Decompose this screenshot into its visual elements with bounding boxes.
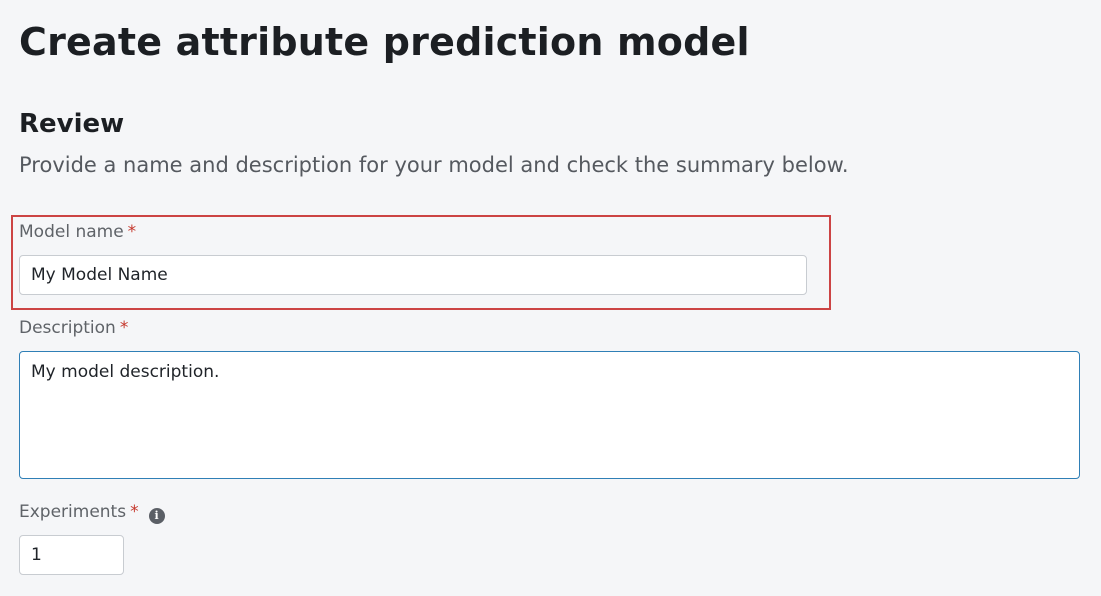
required-marker: * bbox=[127, 222, 137, 242]
model-name-label-text: Model name bbox=[19, 222, 124, 242]
section-description: Provide a name and description for your … bbox=[19, 153, 849, 177]
required-marker: * bbox=[130, 502, 139, 522]
required-marker: * bbox=[119, 318, 129, 338]
model-name-input[interactable]: My Model Name bbox=[19, 255, 807, 295]
description-label: Description * bbox=[19, 317, 128, 339]
info-icon[interactable]: i bbox=[148, 508, 165, 524]
description-value: My model description. bbox=[31, 362, 220, 382]
description-textarea[interactable]: My model description. bbox=[19, 351, 1080, 479]
page-title: Create attribute prediction model bbox=[19, 20, 750, 64]
model-name-label: Model name * bbox=[19, 221, 136, 243]
experiments-label: Experiments * i bbox=[19, 501, 165, 524]
section-title-review: Review bbox=[19, 109, 125, 139]
model-name-value: My Model Name bbox=[31, 265, 168, 285]
experiments-input[interactable]: 1 bbox=[19, 535, 124, 575]
experiments-value: 1 bbox=[31, 545, 42, 565]
description-label-text: Description bbox=[19, 318, 116, 338]
experiments-label-text: Experiments bbox=[19, 502, 127, 522]
